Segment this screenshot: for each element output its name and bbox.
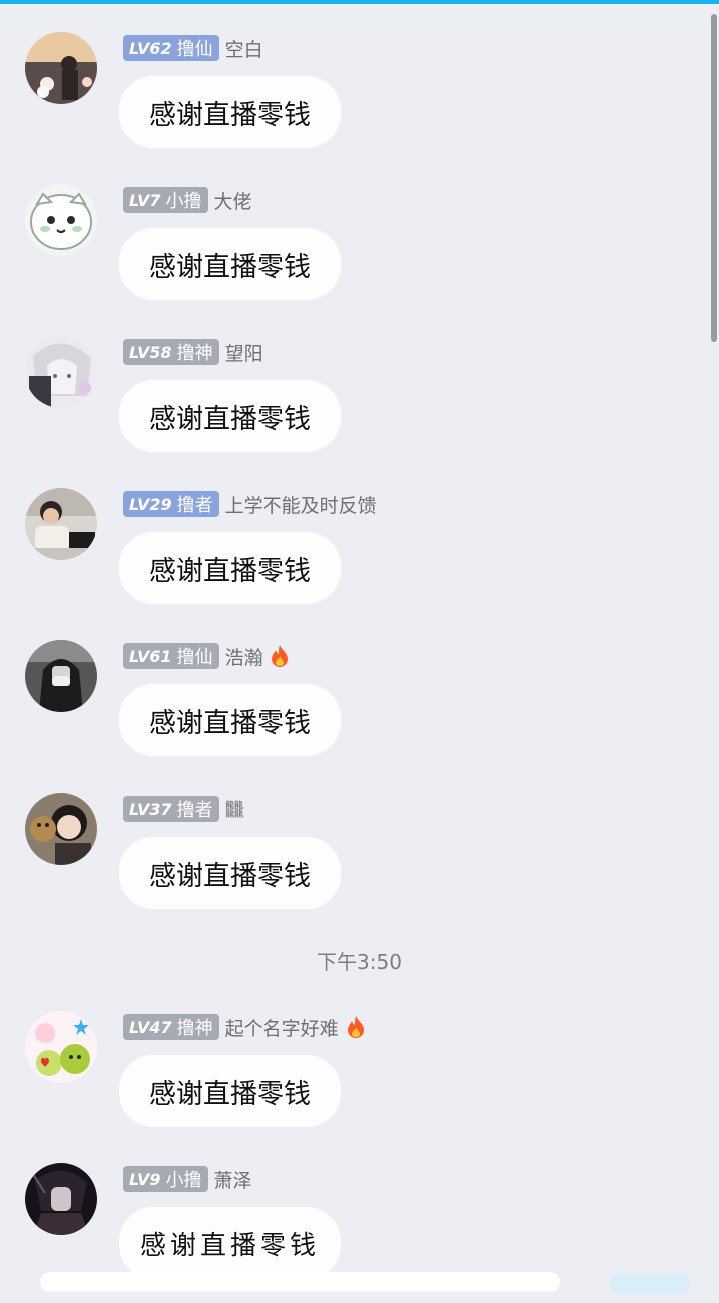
level-label: LV62: [129, 38, 172, 58]
chat-message: LV61 撸仙 浩瀚 感谢直播零钱: [0, 640, 719, 780]
avatar-anime-icon: [25, 336, 97, 408]
message-header: LV62 撸仙 空白: [123, 34, 263, 62]
chat-message: LV29 撸者 上学不能及时反馈 感谢直播零钱: [0, 488, 719, 628]
level-label: LV29: [129, 494, 172, 514]
message-header: LV29 撸者 上学不能及时反馈: [123, 490, 377, 518]
username[interactable]: 浩瀚: [225, 643, 263, 670]
level-badge: LV61 撸仙: [123, 643, 219, 669]
fire-icon: [345, 1015, 367, 1039]
level-label: LV58: [129, 342, 172, 362]
rank-title: 撸仙: [176, 39, 213, 60]
avatar[interactable]: [25, 336, 97, 408]
message-input[interactable]: [40, 1272, 560, 1292]
message-bubble[interactable]: 感谢直播零钱: [119, 1055, 341, 1127]
avatar-photo-masked-icon: [25, 640, 97, 712]
rank-title: 撸神: [176, 343, 213, 364]
avatar[interactable]: [25, 640, 97, 712]
avatar[interactable]: [25, 1163, 97, 1235]
top-accent-bar: [0, 0, 719, 4]
avatar-anime-dark-icon: [25, 1163, 97, 1235]
level-badge: LV58 撸神: [123, 339, 219, 365]
timestamp: 下午3:50: [317, 950, 402, 974]
chat-message: LV37 撸者 𪚥 感谢直播零钱: [0, 793, 719, 933]
avatar[interactable]: [25, 184, 97, 256]
avatar[interactable]: [25, 1011, 97, 1083]
username[interactable]: 望阳: [225, 339, 263, 366]
message-bubble[interactable]: 感谢直播零钱: [119, 684, 341, 756]
avatar-photo-child-icon: [25, 488, 97, 560]
username[interactable]: 起个名字好难: [225, 1014, 339, 1041]
level-label: LV61: [129, 646, 172, 666]
username[interactable]: 空白: [225, 35, 263, 62]
message-header: LV58 撸神 望阳: [123, 338, 263, 366]
level-badge: LV29 撸者: [123, 491, 219, 517]
username[interactable]: 𪚥: [225, 798, 244, 821]
rank-title: 撸者: [176, 495, 213, 516]
message-bubble[interactable]: 感谢直播零钱: [119, 228, 341, 300]
message-bubble[interactable]: 感谢直播零钱: [119, 837, 341, 909]
message-header: LV9 小撸 萧泽: [123, 1165, 252, 1193]
chat-message: LV7 小撸 大佬 感谢直播零钱: [0, 184, 719, 324]
rank-title: 撸者: [176, 800, 213, 821]
chat-message: LV47 撸神 起个名字好难 感谢直播零钱: [0, 1011, 719, 1151]
message-bubble[interactable]: 感谢直播零钱: [119, 1207, 341, 1279]
level-badge: LV47 撸神: [123, 1014, 219, 1040]
rank-title: 撸神: [176, 1018, 213, 1039]
fire-icon: [269, 644, 291, 668]
avatar-cartoon-fruit-icon: [25, 1011, 97, 1083]
avatar-cartoon-face-icon: [25, 184, 97, 256]
level-label: LV37: [129, 799, 172, 819]
level-label: LV9: [129, 1169, 161, 1189]
level-badge: LV37 撸者: [123, 796, 219, 822]
rank-title: 撸仙: [176, 647, 213, 668]
level-badge: LV62 撸仙: [123, 35, 219, 61]
avatar[interactable]: [25, 32, 97, 104]
username[interactable]: 上学不能及时反馈: [225, 491, 377, 518]
message-header: LV61 撸仙 浩瀚: [123, 642, 291, 670]
level-badge: LV7 小撸: [123, 187, 208, 213]
send-button[interactable]: [610, 1274, 690, 1294]
message-bubble[interactable]: 感谢直播零钱: [119, 76, 341, 148]
message-bubble[interactable]: 感谢直播零钱: [119, 532, 341, 604]
level-label: LV7: [129, 190, 161, 210]
rank-title: 小撸: [165, 1170, 202, 1191]
level-label: LV47: [129, 1017, 172, 1037]
avatar-photo-girl-icon: [25, 793, 97, 865]
avatar[interactable]: [25, 793, 97, 865]
message-header: LV37 撸者 𪚥: [123, 795, 244, 823]
username[interactable]: 大佬: [214, 187, 252, 214]
rank-title: 小撸: [165, 191, 202, 212]
chat-message: LV62 撸仙 空白 感谢直播零钱: [0, 32, 719, 172]
message-bubble[interactable]: 感谢直播零钱: [119, 380, 341, 452]
avatar[interactable]: [25, 488, 97, 560]
avatar-photo-couple-icon: [25, 32, 97, 104]
message-header: LV7 小撸 大佬: [123, 186, 252, 214]
username[interactable]: 萧泽: [214, 1166, 252, 1193]
chat-message: LV58 撸神 望阳 感谢直播零钱: [0, 336, 719, 476]
level-badge: LV9 小撸: [123, 1166, 208, 1192]
message-header: LV47 撸神 起个名字好难: [123, 1013, 367, 1041]
